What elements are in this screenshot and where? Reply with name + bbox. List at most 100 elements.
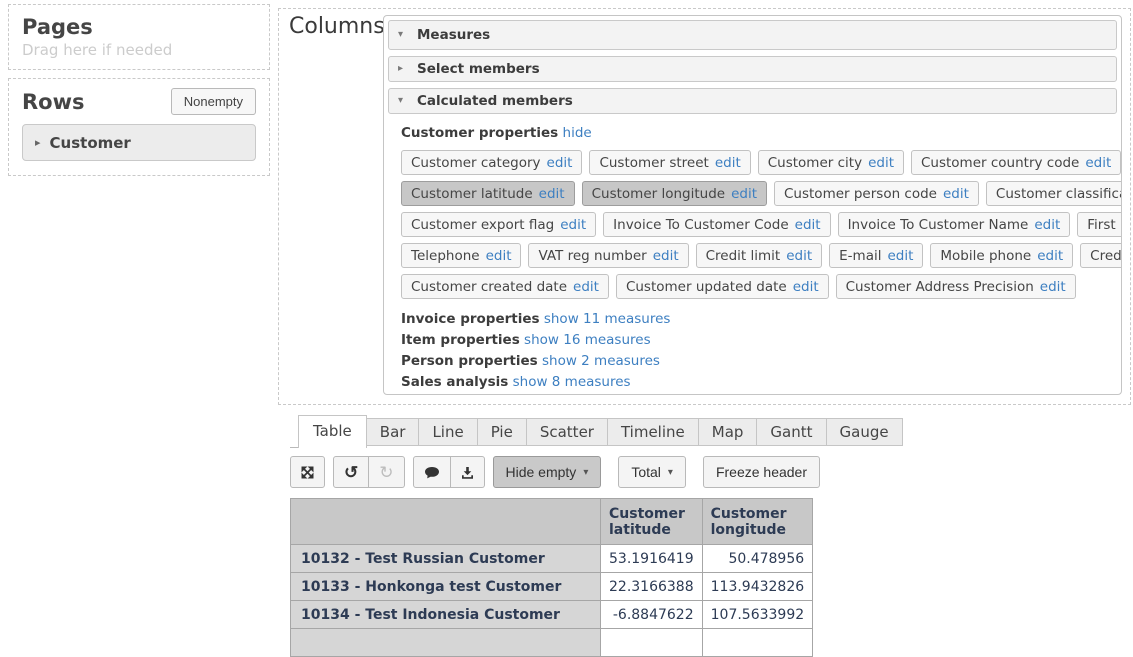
measure-chip-customer-created-date[interactable]: Customer created date edit [401,274,609,299]
measure-edit-link[interactable]: edit [1037,248,1063,264]
measure-chip-customer-city[interactable]: Customer city edit [758,150,904,175]
table-header-row: Customer latitude Customer longitude [291,499,813,545]
measure-edit-link[interactable]: edit [560,217,586,233]
measure-chip-customer-updated-date[interactable]: Customer updated dateedit [616,274,829,299]
row-label-cell[interactable]: 10133 - Honkonga test Customer [291,573,601,601]
measure-groups-list: Invoice properties show 11 measuresItem … [401,309,1104,393]
rows-field-customer[interactable]: ▸ Customer [22,124,256,161]
tab-table[interactable]: Table [298,415,367,448]
show-measures-link[interactable]: show 16 measures [524,332,651,348]
measure-chip-credit-limit-days[interactable]: Credit limit daysedit [1080,243,1122,268]
measure-chip-label: Customer street [599,155,708,171]
measure-chip-credit-limit[interactable]: Credit limitedit [696,243,823,268]
measure-edit-link[interactable]: edit [486,248,512,264]
show-measures-link[interactable]: show 2 measures [542,353,660,369]
measure-edit-link[interactable]: edit [786,248,812,264]
accordion-select-members[interactable]: ▸ Select members [388,56,1117,82]
measure-chip-customer-person-code[interactable]: Customer person codeedit [774,181,979,206]
row-label-cell[interactable]: 10134 - Test Indonesia Customer [291,601,601,629]
accordion-measures[interactable]: ▾ Measures [388,20,1117,50]
accordion-calculated-members[interactable]: ▾ Calculated members [388,88,1117,114]
show-measures-link[interactable]: show 11 measures [544,311,671,327]
measure-chip-row: Customer latitudeedit Customer longitudee… [401,181,1104,206]
hide-link[interactable]: hide [563,125,592,141]
measure-edit-link[interactable]: edit [715,155,741,171]
rows-dropzone[interactable]: Rows Nonempty ▸ Customer [8,78,270,176]
pages-title: Pages [22,14,256,40]
show-measures-link[interactable]: show 8 measures [513,374,631,390]
measure-group-title: Sales analysis [401,374,508,390]
column-header-latitude[interactable]: Customer latitude [601,499,703,545]
measure-chip-label: Customer classification [996,186,1122,202]
measure-chip-row: TelephoneeditVAT reg numbereditCredit li… [401,243,1104,268]
table-row: 10134 - Test Indonesia Customer-6.884762… [291,601,813,629]
measure-chip-customer-street[interactable]: Customer street edit [589,150,750,175]
measure-edit-link[interactable]: edit [1034,217,1060,233]
measure-chip-label: Credit limit days [1090,248,1122,264]
undo-button[interactable]: ↺ [333,456,369,488]
measure-chip-label: Invoice To Customer Name [848,217,1029,233]
measure-edit-link[interactable]: edit [539,186,565,202]
measure-chip-customer-latitude[interactable]: Customer latitudeedit [401,181,575,206]
measure-edit-link[interactable]: edit [887,248,913,264]
hide-empty-button[interactable]: Hide empty ▾ [493,456,602,488]
measure-chip-telephone[interactable]: Telephoneedit [401,243,521,268]
measure-chip-e-mail[interactable]: E-mailedit [829,243,923,268]
measure-chip-label: Customer export flag [411,217,554,233]
value-cell: 107.5633992 [702,601,813,629]
chart-type-tabs: TableBarLinePieScatterTimelineMapGanttGa… [290,415,903,448]
measure-chip-customer-category[interactable]: Customer categoryedit [401,150,582,175]
measure-edit-link[interactable]: edit [1085,155,1111,171]
tab-gantt[interactable]: Gantt [756,418,826,446]
accordion-select-members-label: Select members [417,61,540,77]
chevron-down-icon: ▾ [398,96,408,106]
comment-button[interactable] [413,456,451,488]
freeze-header-button[interactable]: Freeze header [703,456,820,488]
measure-chip-label: Customer city [768,155,862,171]
nonempty-button[interactable]: Nonempty [171,88,256,115]
measure-chip-label: VAT reg number [538,248,646,264]
row-label-cell[interactable]: 10132 - Test Russian Customer [291,545,601,573]
tab-map[interactable]: Map [698,418,758,446]
tab-line[interactable]: Line [418,418,477,446]
dropdown-caret-icon: ▾ [668,467,673,478]
measure-chip-label: Invoice To Customer Code [613,217,789,233]
measure-chip-label: First invoice date [1087,217,1122,233]
measure-edit-link[interactable]: edit [573,279,599,295]
tab-timeline[interactable]: Timeline [607,418,699,446]
measure-chip-customer-longitude[interactable]: Customer longitudeedit [582,181,767,206]
redo-button[interactable]: ↻ [369,456,404,488]
accordion-calculated-members-label: Calculated members [417,93,573,109]
tab-gauge[interactable]: Gauge [826,418,903,446]
column-header-longitude[interactable]: Customer longitude [702,499,813,545]
expand-button[interactable] [290,456,325,488]
value-cell: -6.8847622 [601,601,703,629]
tab-scatter[interactable]: Scatter [526,418,608,446]
download-button[interactable] [451,456,485,488]
measure-edit-link[interactable]: edit [731,186,757,202]
measure-chip-vat-reg-number[interactable]: VAT reg number edit [528,243,688,268]
measure-edit-link[interactable]: edit [653,248,679,264]
measure-edit-link[interactable]: edit [943,186,969,202]
measure-edit-link[interactable]: edit [868,155,894,171]
measure-chip-label: Customer created date [411,279,567,295]
tab-bar[interactable]: Bar [366,418,420,446]
measure-edit-link[interactable]: edit [793,279,819,295]
measure-edit-link[interactable]: edit [795,217,821,233]
measure-group-title: Invoice properties [401,311,540,327]
total-button[interactable]: Total ▾ [618,456,686,488]
measure-chip-mobile-phone[interactable]: Mobile phoneedit [930,243,1073,268]
measure-chip-customer-export-flag[interactable]: Customer export flag edit [401,212,596,237]
columns-dropzone[interactable]: Columns ▾ Measures ▸ Select members ▾ Ca… [278,8,1131,405]
measure-edit-link[interactable]: edit [547,155,573,171]
measure-chip-customer-classification[interactable]: Customer classificationedit [986,181,1122,206]
tab-pie[interactable]: Pie [477,418,527,446]
measure-chip-customer-country-code[interactable]: Customer country codeedit [911,150,1121,175]
measure-edit-link[interactable]: edit [1040,279,1066,295]
measure-chip-first-invoice-date[interactable]: First invoice dateedit [1077,212,1122,237]
measure-chip-invoice-to-customer-name[interactable]: Invoice To Customer Name edit [838,212,1071,237]
pages-dropzone[interactable]: Pages Drag here if needed [8,4,270,70]
measure-chip-customer-address-precision[interactable]: Customer Address Precisionedit [836,274,1076,299]
measure-chip-invoice-to-customer-code[interactable]: Invoice To Customer Code edit [603,212,830,237]
download-icon [461,466,474,479]
